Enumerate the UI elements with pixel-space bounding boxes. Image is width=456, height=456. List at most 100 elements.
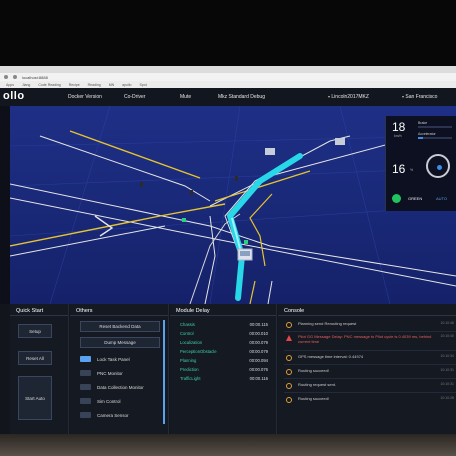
bookmark-spot[interactable]: Spot xyxy=(140,83,147,87)
data-collection-monitor-toggle[interactable]: Data Collection Monitor xyxy=(80,382,144,392)
browser-url-bar[interactable]: localhost:8888 xyxy=(0,73,456,81)
drive-mode-status: AUTO xyxy=(436,196,448,201)
module-delay-panel: Module Delay Chassis 00:00.115 Control 00:… xyxy=(170,304,277,434)
console-message-time: 10:10:46 xyxy=(440,321,454,325)
console-message-text: Routing request sent. xyxy=(298,382,337,387)
bookmarks-bar: Apps Jiang Code Reading Recipe Reading M… xyxy=(0,81,456,88)
console-message: Planning send Rerouting request 10:10:46 xyxy=(286,321,454,328)
console-message-time: 10:10:31 xyxy=(440,368,454,372)
toggle-label: Data Collection Monitor xyxy=(97,384,144,390)
delay-row-traffic-light: TrafficLight 00:00.116 xyxy=(180,376,268,383)
speed-unit: km/h xyxy=(394,134,402,138)
console-panel: Console Planning send Rerouting request 1… xyxy=(278,304,456,434)
dump-message-button[interactable]: Dump Message xyxy=(80,337,160,348)
module-name: PerceptionObstacle xyxy=(180,349,217,354)
warning-icon xyxy=(286,335,292,341)
info-icon xyxy=(286,397,292,403)
steering-value: 16 xyxy=(392,162,406,176)
brake-label: Brake xyxy=(418,121,428,125)
console-message-time: 10:10:34 xyxy=(440,354,454,358)
module-delay-value: 00:00.094 xyxy=(249,358,268,363)
bookmark-jiang[interactable]: Jiang xyxy=(22,83,30,87)
delay-row-prediction: Prediction 00:00.076 xyxy=(180,367,268,374)
app-header: ollo Docker Version Co-Driver Mute Mkz S… xyxy=(0,88,456,106)
others-panel: Others Reset Backend Data Dump Message L… xyxy=(70,304,169,434)
console-title: Console xyxy=(284,308,305,314)
module-name: Prediction xyxy=(180,367,199,372)
module-delay-value: 00:00.116 xyxy=(249,376,268,381)
toggle-switch[interactable] xyxy=(80,356,91,362)
panel-divider xyxy=(170,315,276,316)
traffic-light-status: GREEN xyxy=(408,196,423,201)
brake-bar xyxy=(418,126,452,128)
reload-icon[interactable] xyxy=(13,75,17,79)
module-name: Localization xyxy=(180,340,203,345)
bookmark-recipe[interactable]: Recipe xyxy=(69,83,80,87)
console-message: Pilot GG Message Delay: PNC message to P… xyxy=(286,334,454,344)
vehicle-status-panel: 18 km/h Brake Accelerator 16 % GREEN AUT… xyxy=(385,116,456,211)
toggle-switch[interactable] xyxy=(80,412,91,418)
quick-start-title: Quick Start xyxy=(16,308,44,314)
mute-toggle[interactable]: Mute xyxy=(180,94,191,100)
console-message-time: 10:10:40 xyxy=(440,334,454,338)
others-scrollbar[interactable] xyxy=(163,320,165,424)
console-message: Routing succeed! 10:10:31 xyxy=(286,368,454,375)
bookmark-reading[interactable]: Reading xyxy=(88,83,101,87)
panel-divider xyxy=(70,315,168,316)
delay-row-perception-obstacle: PerceptionObstacle 00:00.079 xyxy=(180,349,268,356)
camera-sensor-toggle[interactable]: Camera Sensor xyxy=(80,410,129,420)
start-auto-button[interactable]: Start Auto xyxy=(18,376,52,420)
toggle-label: Lock Task Panel xyxy=(97,356,130,362)
toggle-switch[interactable] xyxy=(80,398,91,404)
lock-task-panel-toggle[interactable]: Lock Task Panel xyxy=(80,354,130,364)
mode-selector-value: Mkz Standard Debug xyxy=(218,94,265,100)
steering-hub xyxy=(437,165,442,170)
console-message: GPS message time interval: 0.44974 10:10:… xyxy=(286,354,454,361)
url-text[interactable]: localhost:8888 xyxy=(22,75,48,80)
toggle-label: Sim Control xyxy=(97,398,121,404)
co-driver-toggle[interactable]: Co-Driver xyxy=(124,94,145,100)
module-delay-value: 00:00.115 xyxy=(249,322,268,327)
delay-row-control: Control 00:00.010 xyxy=(180,331,268,338)
info-icon xyxy=(286,322,292,328)
bookmark-mn[interactable]: MN xyxy=(109,83,114,87)
back-icon[interactable] xyxy=(4,75,8,79)
traffic-light-icon xyxy=(392,194,401,203)
console-divider xyxy=(284,392,456,393)
bookmark-apollo[interactable]: apollo xyxy=(122,83,131,87)
steering-wheel-icon xyxy=(426,154,450,178)
mode-selector[interactable]: Mkz Standard Debug xyxy=(218,94,265,100)
delay-row-chassis: Chassis 00:00.115 xyxy=(180,322,268,329)
console-message-text: Planning send Rerouting request xyxy=(298,321,357,326)
bookmark-code-reading[interactable]: Code Reading xyxy=(38,83,60,87)
speed-value: 18 xyxy=(392,120,406,134)
photo-background-top xyxy=(0,0,456,66)
module-delay-value: 00:00.076 xyxy=(249,367,268,372)
browser-tab-strip[interactable] xyxy=(0,66,456,73)
console-divider xyxy=(284,331,456,332)
bottom-panels: Quick Start Setup Reset All Start Auto O… xyxy=(0,304,456,434)
module-name: Planning xyxy=(180,358,197,363)
module-name: TrafficLight xyxy=(180,376,201,381)
pnc-monitor-toggle[interactable]: PNC Monitor xyxy=(80,368,123,378)
panel-divider xyxy=(10,315,68,316)
sim-control-toggle[interactable]: Sim Control xyxy=(80,396,121,406)
vehicle-selector[interactable]: ▾ Lincoln2017MKZ xyxy=(326,94,369,100)
toggle-switch[interactable] xyxy=(80,370,91,376)
reset-all-button[interactable]: Reset All xyxy=(18,351,52,365)
chevron-down-icon: ▾ xyxy=(328,94,331,99)
apollo-logo: ollo xyxy=(3,90,25,102)
console-message-text: Pilot GG Message Delay: PNC message to P… xyxy=(298,334,432,344)
module-name: Chassis xyxy=(180,322,195,327)
setup-button[interactable]: Setup xyxy=(18,324,52,338)
toggle-switch[interactable] xyxy=(80,384,91,390)
console-message: Routing succeed! 10:10:28 xyxy=(286,396,454,403)
console-message-text: Routing succeed! xyxy=(298,368,329,373)
info-icon xyxy=(286,355,292,361)
bookmark-apps[interactable]: Apps xyxy=(6,83,14,87)
others-title: Others xyxy=(76,308,93,314)
map-selector[interactable]: ▾ San Francisco xyxy=(400,94,437,100)
module-delay-value: 00:00.010 xyxy=(249,331,268,336)
module-name: Control xyxy=(180,331,194,336)
reset-backend-data-button[interactable]: Reset Backend Data xyxy=(80,321,160,332)
